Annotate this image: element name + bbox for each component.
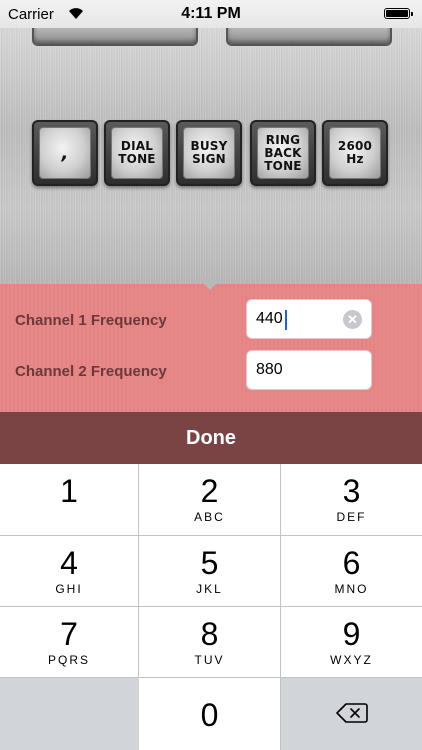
channel2-label: Channel 2 Frequency bbox=[15, 363, 167, 380]
numeric-keypad: 1 2 ABC 3 DEF 4 GHI 5 JKL 6 MNO 7 PQRS 8… bbox=[0, 464, 422, 750]
key-digit: 9 bbox=[342, 616, 361, 652]
key-digit: 6 bbox=[342, 545, 361, 581]
key-digit: 5 bbox=[200, 545, 219, 581]
dial-tone-label: DIAL TONE bbox=[111, 127, 163, 179]
2600hz-label: 2600 Hz bbox=[329, 127, 381, 179]
key-letters: JKL bbox=[196, 582, 223, 596]
key-letters: TUV bbox=[194, 653, 225, 667]
channel1-field[interactable]: ✕ bbox=[246, 299, 372, 339]
key-blank bbox=[0, 678, 139, 750]
key-3[interactable]: 3 DEF bbox=[281, 464, 422, 536]
clock-time: 4:11 PM bbox=[181, 5, 241, 22]
2600hz-button[interactable]: 2600 Hz bbox=[322, 120, 388, 186]
busy-sign-button[interactable]: BUSY SIGN bbox=[176, 120, 242, 186]
key-4[interactable]: 4 GHI bbox=[0, 536, 139, 607]
pause-button-label: , bbox=[39, 127, 91, 179]
channel1-input[interactable] bbox=[256, 310, 341, 328]
status-bar: Carrier 4:11 PM bbox=[0, 0, 422, 28]
key-5[interactable]: 5 JKL bbox=[139, 536, 281, 607]
key-1[interactable]: 1 bbox=[0, 464, 139, 536]
text-cursor bbox=[285, 310, 287, 330]
key-9[interactable]: 9 WXYZ bbox=[281, 607, 422, 678]
key-letters: MNO bbox=[334, 582, 369, 596]
popover-pointer bbox=[198, 278, 222, 290]
busy-sign-label: BUSY SIGN bbox=[183, 127, 235, 179]
done-bar: Done bbox=[0, 412, 422, 464]
delete-key[interactable] bbox=[281, 678, 422, 750]
backspace-icon bbox=[336, 703, 368, 723]
ring-back-tone-label: RING BACK TONE bbox=[257, 127, 309, 179]
battery-icon bbox=[384, 8, 413, 19]
key-digit: 3 bbox=[342, 473, 361, 509]
key-letters: WXYZ bbox=[330, 653, 373, 667]
tone-panel: , DIAL TONE BUSY SIGN RING BACK TONE 260… bbox=[0, 24, 422, 284]
key-letters: PQRS bbox=[47, 653, 90, 667]
key-0[interactable]: 0 bbox=[139, 678, 281, 750]
key-digit: 0 bbox=[200, 697, 219, 733]
channel1-label: Channel 1 Frequency bbox=[15, 312, 167, 329]
key-digit: 8 bbox=[200, 616, 219, 652]
key-6[interactable]: 6 MNO bbox=[281, 536, 422, 607]
key-digit: 2 bbox=[200, 473, 219, 509]
key-digit: 1 bbox=[60, 473, 78, 509]
pause-button[interactable]: , bbox=[32, 120, 98, 186]
done-button[interactable]: Done bbox=[0, 412, 422, 464]
key-digit: 7 bbox=[60, 616, 78, 652]
key-7[interactable]: 7 PQRS bbox=[0, 607, 139, 678]
channel2-field[interactable] bbox=[246, 350, 372, 390]
channel2-input[interactable] bbox=[256, 361, 341, 379]
key-letters: ABC bbox=[194, 510, 225, 524]
dial-tone-button[interactable]: DIAL TONE bbox=[104, 120, 170, 186]
key-letters: DEF bbox=[336, 510, 367, 524]
key-digit: 4 bbox=[60, 545, 78, 581]
key-letters: GHI bbox=[55, 582, 83, 596]
key-8[interactable]: 8 TUV bbox=[139, 607, 281, 678]
clear-icon[interactable]: ✕ bbox=[343, 310, 362, 329]
key-2[interactable]: 2 ABC bbox=[139, 464, 281, 536]
frequency-panel: Channel 1 Frequency ✕ Channel 2 Frequenc… bbox=[0, 284, 422, 412]
ring-back-tone-button[interactable]: RING BACK TONE bbox=[250, 120, 316, 186]
